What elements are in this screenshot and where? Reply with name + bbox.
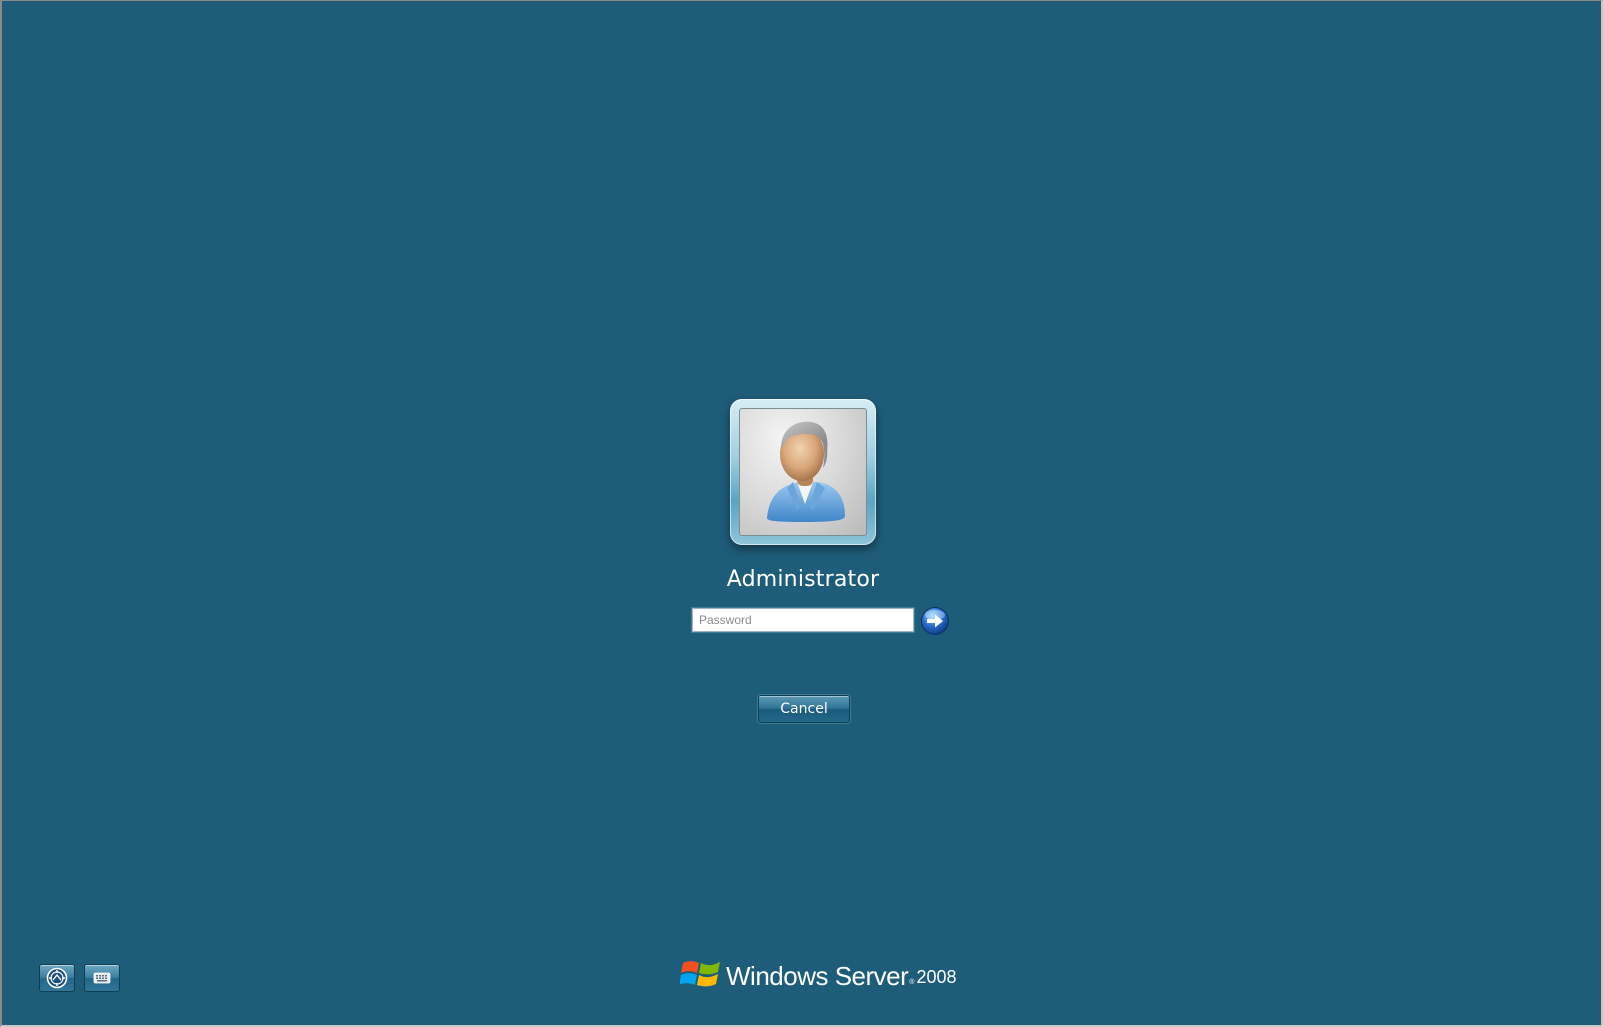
brand-trademark: ® — [909, 979, 915, 986]
windows-server-brand: Windows Server ® 2008 — [680, 951, 957, 991]
cancel-button[interactable]: Cancel — [758, 695, 850, 723]
ease-of-access-icon — [46, 967, 68, 989]
keyboard-button[interactable] — [84, 964, 120, 992]
submit-button[interactable] — [920, 606, 950, 636]
logon-screen: Administrator Cancel Windows Server ® 20… — [0, 0, 1603, 1027]
ease-of-access-button[interactable] — [39, 964, 75, 992]
on-screen-keyboard-icon — [93, 972, 111, 984]
arrow-right-icon — [921, 607, 949, 635]
brand-version: 2008 — [916, 967, 957, 987]
brand-name: Windows Server — [726, 961, 909, 991]
windows-flag-icon — [680, 961, 720, 987]
user-tile — [730, 399, 876, 545]
username-label: Administrator — [726, 567, 880, 592]
password-input[interactable] — [692, 608, 914, 632]
user-avatar-icon — [739, 408, 867, 536]
